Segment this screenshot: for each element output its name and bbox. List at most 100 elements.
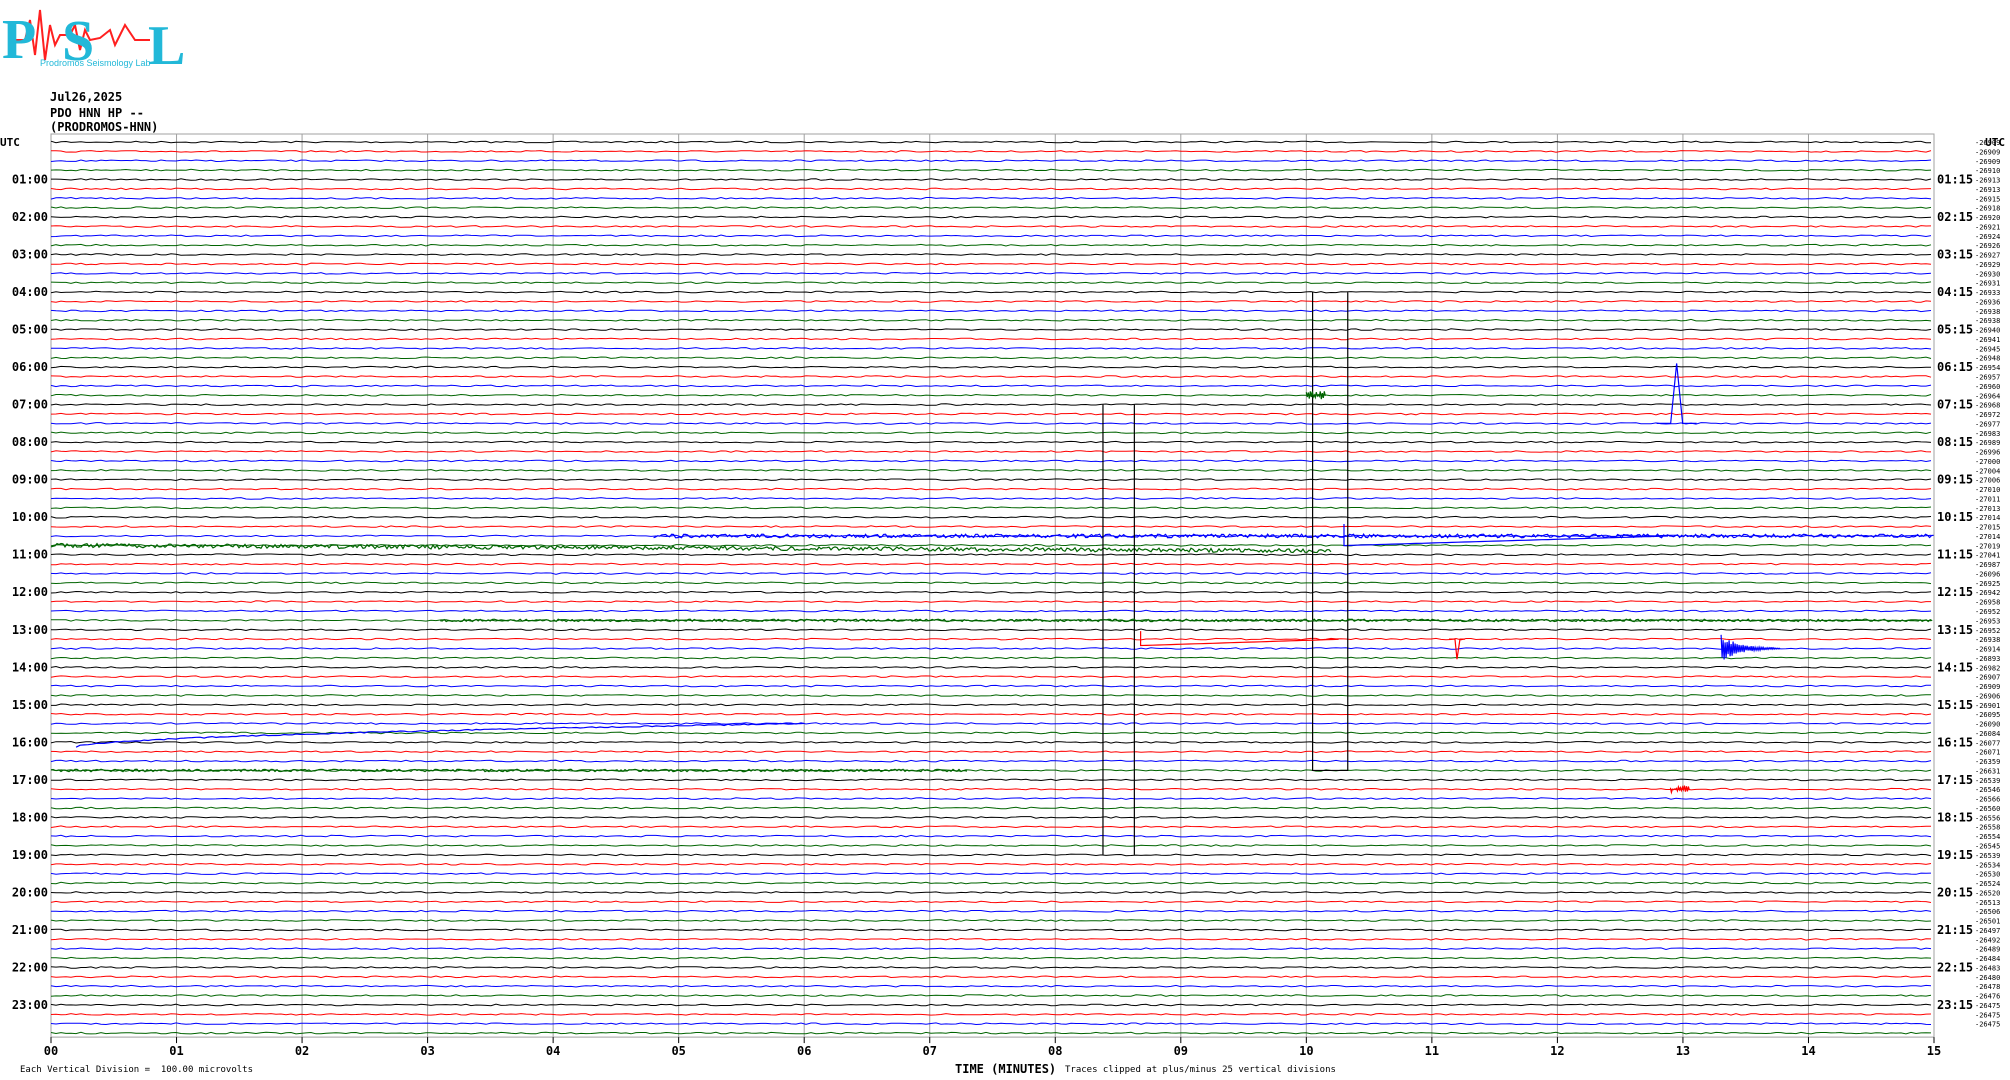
trace-line (51, 404, 1931, 406)
trace-offset-label: -26915 (1975, 195, 2000, 203)
trace-offset-label: -26071 (1975, 749, 2000, 757)
trace-offset-label: -26530 (1975, 871, 2000, 879)
trace-offset-label: -26989 (1975, 439, 2000, 447)
trace-offset-label: -26926 (1975, 242, 2000, 250)
hour-label-right: 04:15 (1937, 285, 1973, 299)
hour-label-left: 17:00 (12, 773, 48, 787)
hour-label-left: 07:00 (12, 398, 48, 412)
scale-note: Each Vertical Division = 100.00 microvol… (20, 1065, 253, 1075)
seismic-event (51, 544, 1331, 553)
hour-label-left: 15:00 (12, 698, 48, 712)
trace-line (51, 676, 1931, 678)
trace-offset-label: -26931 (1975, 280, 2000, 288)
trace-line (51, 141, 1931, 143)
trace-line (51, 638, 1931, 640)
hour-label-left: 03:00 (12, 248, 48, 262)
trace-offset-label: -27000 (1975, 458, 2000, 466)
x-tick-label: 02 (295, 1044, 309, 1058)
hour-label-right: 14:15 (1937, 660, 1973, 674)
trace-line (51, 713, 1931, 715)
hour-label-left: 18:00 (12, 810, 48, 824)
hour-label-left: 22:00 (12, 960, 48, 974)
trace-offset-label: -26513 (1975, 899, 2000, 907)
hour-label-right: 09:15 (1937, 473, 1973, 487)
x-tick-label: 13 (1676, 1044, 1690, 1058)
trace-offset-label: -27041 (1975, 552, 2000, 560)
trace-offset-label: -27011 (1975, 495, 2000, 503)
hour-label-left: 05:00 (12, 323, 48, 337)
hour-label-left: 08:00 (12, 435, 48, 449)
trace-offset-label: -26492 (1975, 936, 2000, 944)
trace-offset-label: -26933 (1975, 289, 2000, 297)
trace-offset-label: -26952 (1975, 627, 2000, 635)
trace-line (51, 263, 1931, 265)
trace-line (51, 479, 1931, 481)
hour-label-right: 08:15 (1937, 435, 1973, 449)
trace-line (51, 488, 1931, 490)
trace-line (51, 413, 1931, 415)
trace-line (51, 282, 1931, 284)
hour-label-left: 21:00 (12, 923, 48, 937)
trace-line (51, 854, 1931, 856)
seismic-event (1670, 786, 1689, 793)
trace-line (51, 423, 1931, 425)
hour-label-right: 10:15 (1937, 510, 1973, 524)
seismic-event (1313, 292, 1348, 770)
hour-label-right: 13:15 (1937, 623, 1973, 637)
hour-label-left: 11:00 (12, 548, 48, 562)
trace-line (51, 601, 1931, 603)
hour-label-left: 14:00 (12, 660, 48, 674)
trace-offset-label: -26910 (1975, 167, 2000, 175)
trace-line (51, 817, 1931, 819)
x-tick-label: 14 (1801, 1044, 1815, 1058)
trace-line (51, 826, 1931, 828)
trace-line (51, 235, 1931, 237)
trace-offset-label: -26920 (1975, 214, 2000, 222)
hour-label-right: 18:15 (1937, 810, 1973, 824)
x-tick-label: 11 (1425, 1044, 1439, 1058)
trace-line (51, 216, 1931, 218)
hour-label-right: 20:15 (1937, 885, 1973, 899)
trace-offset-label: -26930 (1975, 270, 2000, 278)
trace-offset-label: -26924 (1975, 233, 2000, 241)
trace-line (51, 685, 1931, 687)
trace-line (51, 451, 1931, 453)
trace-offset-label: -26977 (1975, 420, 2000, 428)
trace-line (51, 807, 1931, 809)
trace-offset-label: -26090 (1975, 721, 2000, 729)
trace-line (51, 366, 1931, 368)
hour-label-right: 16:15 (1937, 735, 1973, 749)
trace-offset-label: -26996 (1975, 449, 2000, 457)
trace-line (51, 573, 1931, 575)
trace-offset-label: -26942 (1975, 589, 2000, 597)
trace-offset-label: -26475 (1975, 1021, 2000, 1029)
trace-offset-label: -26945 (1975, 345, 2000, 353)
seismic-event (1306, 391, 1325, 399)
trace-line (51, 704, 1931, 706)
hour-label-right: 17:15 (1937, 773, 1973, 787)
trace-offset-label: -26096 (1975, 570, 2000, 578)
trace-offset-label: -27006 (1975, 477, 2000, 485)
hour-label-left: 19:00 (12, 848, 48, 862)
trace-line (51, 507, 1931, 509)
trace-offset-label: -26524 (1975, 880, 2000, 888)
trace-offset-label: -26901 (1975, 702, 2000, 710)
trace-offset-label: -26558 (1975, 824, 2000, 832)
trace-line (51, 291, 1931, 293)
trace-line (51, 188, 1931, 190)
x-axis-title: TIME (MINUTES) (955, 1062, 1056, 1076)
trace-offset-label: -26909 (1975, 158, 2000, 166)
x-tick-label: 12 (1550, 1044, 1564, 1058)
trace-offset-label: -26907 (1975, 674, 2000, 682)
trace-line (51, 179, 1931, 181)
trace-offset-label: -26506 (1975, 908, 2000, 916)
trace-offset-label: -26940 (1975, 327, 2000, 335)
x-tick-label: 10 (1299, 1044, 1313, 1058)
trace-line (51, 554, 1931, 556)
trace-line (51, 516, 1931, 518)
trace-line (51, 873, 1931, 875)
trace-line (51, 348, 1931, 350)
trace-offset-label: -26936 (1975, 298, 2000, 306)
trace-line (51, 226, 1931, 228)
trace-offset-label: -26546 (1975, 786, 2000, 794)
